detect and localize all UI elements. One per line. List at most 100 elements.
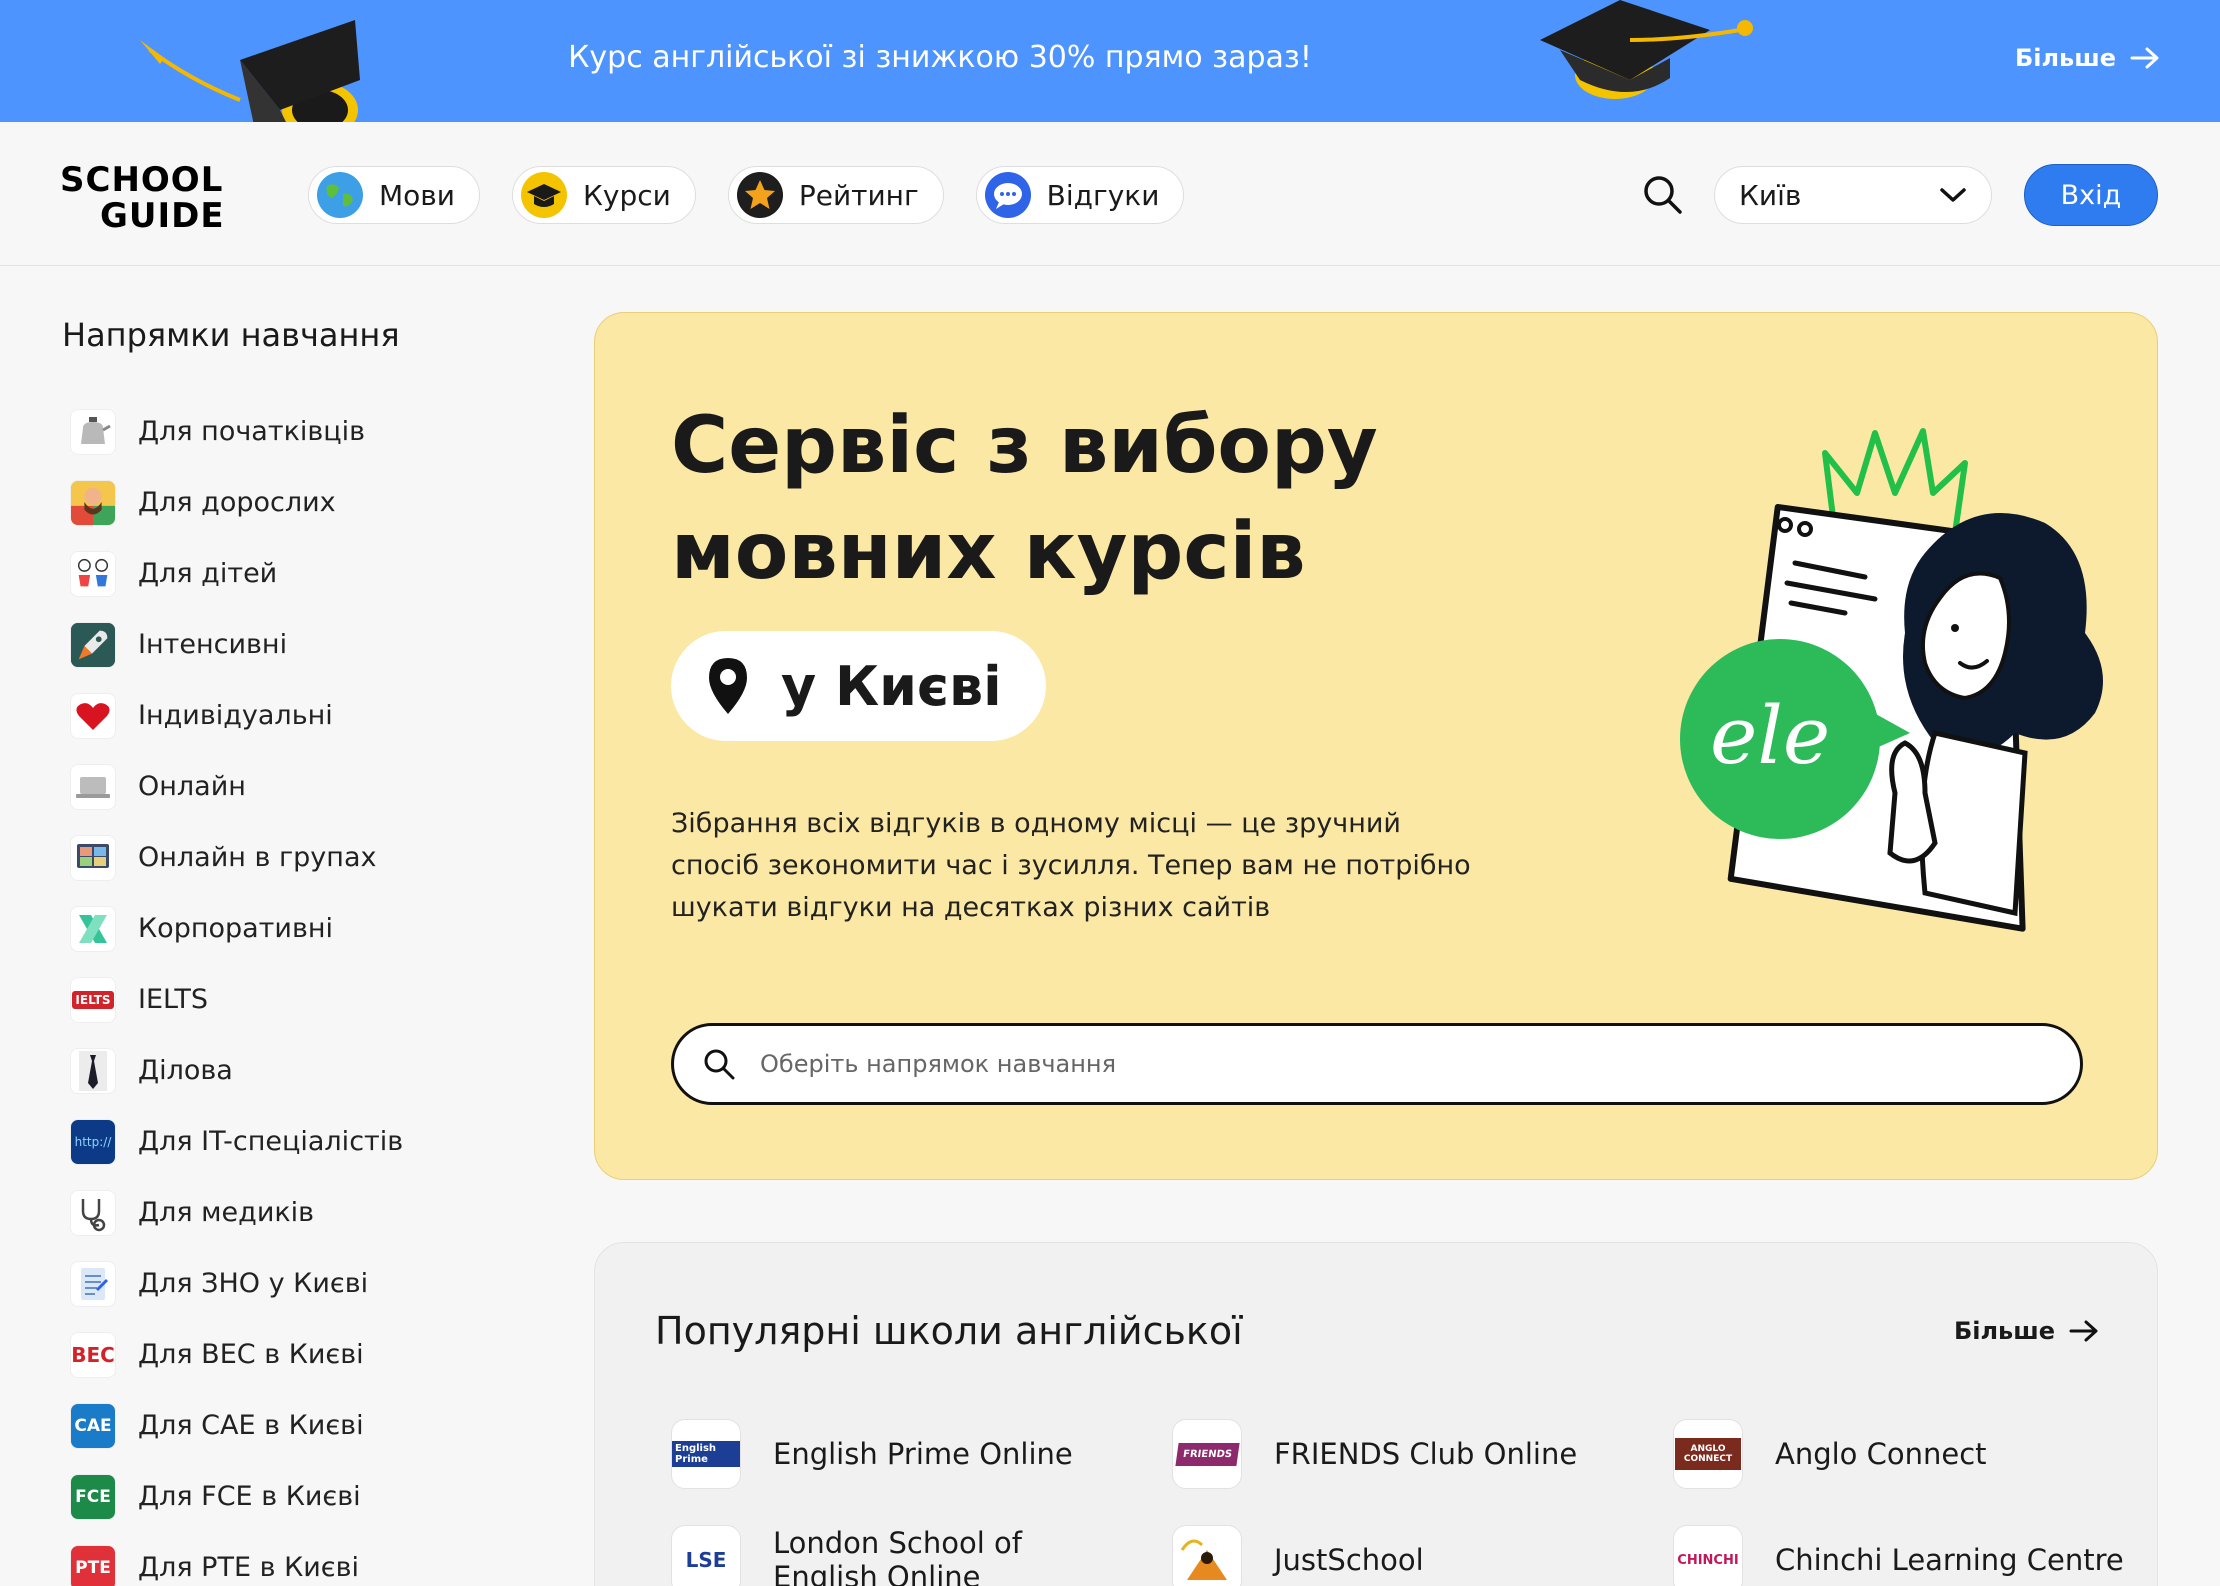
- pte-icon: PTE: [70, 1544, 116, 1586]
- sidebar-item-pte[interactable]: PTE Для PTE в Києві: [70, 1532, 403, 1586]
- logo[interactable]: SCHOOL GUIDE: [60, 162, 225, 234]
- school-logo: FRIENDS: [1172, 1419, 1242, 1489]
- logo-line2: GUIDE: [100, 196, 225, 236]
- sidebar-list: Для початківців Для дорослих Для дітей І…: [70, 396, 403, 1586]
- search-icon[interactable]: [1640, 172, 1686, 222]
- chevron-down-icon: [1940, 188, 1966, 202]
- globe-icon: [317, 172, 363, 218]
- sidebar-item-zno[interactable]: Для ЗНО у Києві: [70, 1248, 403, 1319]
- adult-icon: [70, 479, 116, 526]
- sidebar-item-label: Онлайн: [138, 771, 246, 802]
- arrow-right-icon: [2130, 47, 2159, 69]
- promo-more-link[interactable]: Більше: [2015, 44, 2160, 72]
- hero-description: Зібрання всіх відгуків в одному місці — …: [671, 808, 1471, 923]
- sidebar-item-label: Для ЗНО у Києві: [138, 1268, 369, 1299]
- kettle-icon: [70, 408, 116, 455]
- sidebar-item-business[interactable]: Ділова: [70, 1035, 403, 1106]
- promo-more-label: Більше: [2014, 44, 2116, 72]
- location-pin-icon: [709, 658, 747, 714]
- sidebar-item-online[interactable]: Онлайн: [70, 751, 403, 822]
- sidebar-item-adults[interactable]: Для дорослих: [70, 467, 403, 538]
- school-name: London School of English Online: [773, 1526, 1022, 1586]
- city-select[interactable]: Київ: [1714, 166, 1992, 224]
- school-card[interactable]: JustSchool: [1172, 1525, 1424, 1586]
- sidebar-item-corporate[interactable]: Корпоративні: [70, 893, 403, 964]
- location-label: у Києві: [781, 654, 1002, 718]
- direction-search-input[interactable]: [760, 1050, 1960, 1078]
- school-name: Anglo Connect: [1775, 1437, 1987, 1471]
- popular-more-label: Більше: [1953, 1317, 2055, 1345]
- sidebar-item-medics[interactable]: Для медиків: [70, 1177, 403, 1248]
- laptop-icon: [70, 763, 116, 810]
- pte-badge: PTE: [75, 1557, 111, 1578]
- test-sheet-icon: [70, 1260, 116, 1307]
- sidebar-item-beginners[interactable]: Для початківців: [70, 396, 403, 467]
- star-icon: [736, 172, 783, 218]
- sidebar-item-label: Для дорослих: [138, 487, 336, 518]
- school-card[interactable]: ANGLO CONNECT Anglo Connect: [1673, 1419, 1987, 1489]
- fce-badge: FCE: [75, 1486, 111, 1507]
- sidebar-item-kids[interactable]: Для дітей: [70, 538, 403, 609]
- popular-more-link[interactable]: Більше: [1954, 1317, 2099, 1345]
- nav-reviews[interactable]: Відгуки: [975, 166, 1185, 224]
- fox-icon: [1180, 1539, 1227, 1580]
- sidebar-item-label: Онлайн в групах: [138, 842, 377, 873]
- school-card[interactable]: English Prime English Prime Online: [671, 1419, 1073, 1489]
- sidebar-item-intensive[interactable]: Інтенсивні: [70, 609, 403, 680]
- nav-courses[interactable]: Курси: [512, 166, 696, 224]
- sidebar-item-label: Для медиків: [138, 1197, 315, 1228]
- sidebar-item-label: Індивідуальні: [138, 700, 333, 731]
- sidebar-item-label: Для IT-спеціалістів: [138, 1126, 404, 1157]
- school-logo: English Prime: [671, 1419, 741, 1489]
- school-card[interactable]: CHINCHI Chinchi Learning Centre: [1673, 1525, 2124, 1586]
- sidebar-item-label: Для FCE в Києві: [138, 1481, 361, 1512]
- login-button[interactable]: Вхід: [2024, 164, 2158, 226]
- direction-search[interactable]: [671, 1023, 2083, 1105]
- heart-icon: [70, 692, 116, 739]
- promo-banner: Курс англійської зі знижкою 30% прямо за…: [0, 0, 2220, 122]
- sidebar-item-fce[interactable]: FCE Для FCE в Києві: [70, 1461, 403, 1532]
- cae-icon: CAE: [70, 1402, 116, 1449]
- school-logo-text: LSE: [685, 1548, 727, 1572]
- sidebar-item-individual[interactable]: Індивідуальні: [70, 680, 403, 751]
- hero-title: Сервіс з вибору мовних курсів: [671, 393, 1571, 605]
- tie-icon: [70, 1047, 116, 1094]
- nav-languages[interactable]: Мови: [308, 166, 480, 224]
- school-card[interactable]: LSE London School of English Online: [671, 1525, 1033, 1586]
- location-badge[interactable]: у Києві: [671, 631, 1046, 741]
- stethoscope-icon: [70, 1189, 116, 1236]
- sidebar-item-online-groups[interactable]: Онлайн в групах: [70, 822, 403, 893]
- logo-line1: SCHOOL: [60, 160, 224, 200]
- hero-card: Сервіс з вибору мовних курсів у Києві Зі…: [594, 312, 2158, 1180]
- school-name: JustSchool: [1274, 1543, 1424, 1577]
- kids-icon: [70, 550, 116, 597]
- ielts-icon: IELTS: [70, 976, 116, 1023]
- sidebar-item-cae[interactable]: CAE Для CAE в Києві: [70, 1390, 403, 1461]
- school-card[interactable]: FRIENDS FRIENDS Club Online: [1172, 1419, 1577, 1489]
- school-logo-text: ANGLO CONNECT: [1675, 1438, 1741, 1470]
- school-logo: [1172, 1525, 1242, 1586]
- arrow-right-icon: [2069, 1320, 2098, 1342]
- http-badge: http://: [74, 1134, 112, 1149]
- popular-schools: Популярні школи англійської Більше Engli…: [594, 1242, 2158, 1586]
- bec-icon: BEC: [70, 1331, 116, 1378]
- school-logo-text: CHINCHI: [1677, 1552, 1739, 1568]
- school-logo: LSE: [671, 1525, 741, 1586]
- sidebar-item-label: Інтенсивні: [138, 629, 288, 660]
- sidebar-item-label: Для BEC в Києві: [138, 1339, 364, 1370]
- bec-badge: BEC: [71, 1342, 115, 1367]
- sidebar-item-ielts[interactable]: IELTS IELTS: [70, 964, 403, 1035]
- city-select-value: Київ: [1739, 178, 1802, 212]
- sidebar-title: Напрямки навчання: [62, 316, 400, 354]
- hero-title-line2: мовних курсів: [671, 507, 1306, 597]
- hero-illustration: ele: [1680, 428, 2103, 932]
- sidebar-item-it[interactable]: http:// Для IT-спеціалістів: [70, 1106, 403, 1177]
- nav-rating[interactable]: Рейтинг: [727, 166, 944, 224]
- sidebar-item-label: Для CAE в Києві: [138, 1410, 364, 1441]
- sidebar-item-label: Для PTE в Києві: [138, 1552, 360, 1583]
- sidebar-item-label: Ділова: [138, 1055, 233, 1086]
- school-logo: ANGLO CONNECT: [1673, 1419, 1743, 1489]
- school-logo: CHINCHI: [1673, 1525, 1743, 1586]
- video-group-icon: [70, 834, 116, 881]
- sidebar-item-bec[interactable]: BEC Для BEC в Києві: [70, 1319, 403, 1390]
